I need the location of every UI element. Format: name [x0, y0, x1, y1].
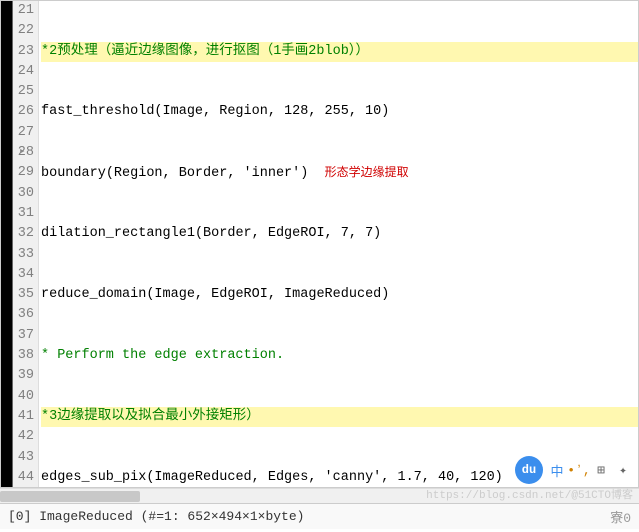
baidu-icon[interactable]: du — [515, 456, 543, 484]
line-number: 39 — [13, 366, 34, 386]
spark-icon[interactable]: ✦ — [615, 462, 631, 478]
line-number: 29 — [13, 163, 34, 183]
line-number: 26 — [13, 102, 34, 122]
line-number: 34 — [13, 265, 34, 285]
line-number: 35 — [13, 285, 34, 305]
line-number: 41 — [13, 407, 34, 427]
ime-punct-icon[interactable]: •ʼ, — [571, 462, 587, 478]
line-number: 36 — [13, 305, 34, 325]
code-text: dilation_rectangle1 — [41, 226, 195, 241]
code-text: fast_threshold — [41, 104, 154, 119]
line-number: 24 — [13, 62, 34, 82]
line-number-gutter: 2122232425262728293031323334353637383940… — [13, 1, 39, 487]
status-right: 寮0 — [610, 507, 631, 526]
line-number: 30 — [13, 184, 34, 204]
line-number: 23 — [13, 42, 34, 62]
code-area[interactable]: *2预处理（逼近边缘图像，进行抠图（1手画2blob）） fast_thresh… — [39, 1, 638, 487]
code-editor: 2122232425262728293031323334353637383940… — [0, 0, 639, 488]
left-margin — [1, 1, 13, 487]
line-number: 22 — [13, 21, 34, 41]
line-number: 42 — [13, 427, 34, 447]
line-number: 33 — [13, 245, 34, 265]
status-text: [0] ImageReduced (#=1: 652×494×1×byte) — [8, 509, 304, 524]
comment: * Perform the edge extraction. — [41, 348, 284, 363]
line-number: 31 — [13, 204, 34, 224]
comment: *2预处理（逼近边缘图像，进行抠图（1手画2blob）） — [41, 44, 369, 59]
floating-toolbar: du 中 •ʼ, ⊞ ✦ — [515, 456, 631, 484]
line-number: 32 — [13, 224, 34, 244]
status-bar: [0] ImageReduced (#=1: 652×494×1×byte) 寮… — [0, 503, 639, 529]
scrollbar-thumb[interactable] — [0, 491, 140, 502]
code-text: reduce_domain — [41, 287, 146, 302]
line-number: 21 — [13, 1, 34, 21]
code-text: boundary — [41, 166, 106, 181]
line-number: 27 — [13, 123, 34, 143]
horizontal-scrollbar[interactable] — [0, 488, 639, 503]
ime-zhong-icon[interactable]: 中 — [549, 462, 565, 478]
comment: *3边缘提取以及拟合最小外接矩形） — [41, 409, 260, 424]
line-number: 25 — [13, 82, 34, 102]
code-text: edges_sub_pix — [41, 470, 146, 485]
current-line-marker: ▸ — [19, 144, 26, 158]
line-number: 44 — [13, 468, 34, 488]
line-number: 37 — [13, 326, 34, 346]
line-number: 40 — [13, 387, 34, 407]
line-number: 38 — [13, 346, 34, 366]
annotation-text: 形态学边缘提取 — [325, 166, 409, 180]
line-number: 43 — [13, 448, 34, 468]
grid-icon[interactable]: ⊞ — [593, 462, 609, 478]
